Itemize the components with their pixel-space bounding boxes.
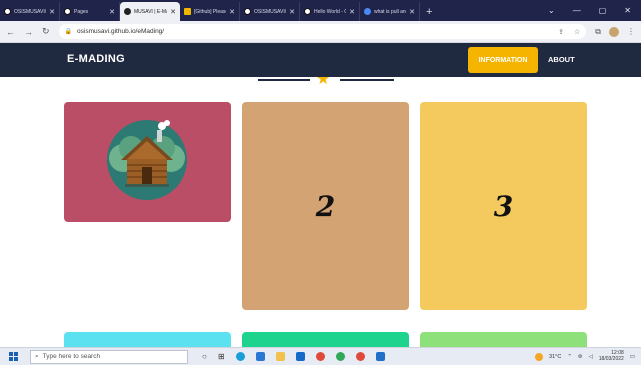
- close-icon[interactable]: ✕: [170, 8, 176, 16]
- github-icon: [304, 8, 311, 15]
- share-icon[interactable]: ⇪: [558, 28, 564, 36]
- star-icon: ★: [316, 77, 331, 88]
- mading-card-5[interactable]: [242, 332, 409, 347]
- google-icon: [364, 8, 371, 15]
- browser-tab-7[interactable]: what is pull and ✕: [360, 2, 420, 21]
- tab-title: OSISMUSAVI/eM: [14, 8, 47, 15]
- mading-card-2[interactable]: 2: [242, 102, 409, 310]
- system-clock[interactable]: 12:08 18/03/2022: [599, 350, 624, 362]
- close-window-icon[interactable]: ✕: [624, 6, 631, 15]
- main-content: ★ 2 3: [0, 77, 641, 347]
- mading-card-1[interactable]: [64, 102, 231, 222]
- chrome-profile-icon[interactable]: [335, 352, 345, 361]
- close-icon[interactable]: ✕: [109, 8, 115, 16]
- browser-tab-strip: OSISMUSAVI/eM ✕ Pages ✕ MUSAVI | E-Madi …: [0, 0, 641, 21]
- weather-icon: [535, 352, 544, 361]
- chevron-down-icon[interactable]: ⌄: [548, 6, 555, 15]
- url-field[interactable]: 🔒 osismusavi.github.io/eMading/ ⇪ ☆: [58, 24, 587, 39]
- log-cabin-icon: [107, 120, 187, 200]
- github-icon: [244, 8, 251, 15]
- bookmark-star-icon[interactable]: ☆: [574, 28, 580, 36]
- extensions-area: ⧉ ⋮: [595, 26, 635, 37]
- tab-title: Hello World - Gi: [314, 8, 347, 15]
- tab-title: Pages: [74, 8, 89, 15]
- mail-app-icon[interactable]: [295, 352, 305, 361]
- tab-title: OSISMUSAVI/sho: [254, 8, 286, 15]
- browser-tab-1[interactable]: OSISMUSAVI/eM ✕: [0, 2, 60, 21]
- tab-title: MUSAVI | E-Madi: [134, 8, 167, 15]
- windows-start-icon[interactable]: [9, 352, 18, 361]
- volume-icon[interactable]: ◁: [589, 354, 593, 360]
- mading-card-3[interactable]: 3: [420, 102, 587, 310]
- browser-tab-4[interactable]: [Github] Please ✕: [180, 2, 240, 21]
- menu-dots-icon[interactable]: ⋮: [627, 27, 635, 36]
- site-header: E-MADING INFORMATION ABOUT: [0, 43, 641, 77]
- github-icon: [124, 8, 131, 15]
- reload-icon[interactable]: ↻: [42, 26, 50, 37]
- close-icon[interactable]: ✕: [229, 8, 235, 16]
- system-tray: 31°C ⌃ ⊜ ◁ 12:08 18/03/2022 ▭: [535, 350, 641, 362]
- extension-icon[interactable]: ⧉: [595, 27, 601, 37]
- close-icon[interactable]: ✕: [409, 8, 415, 16]
- edge-icon[interactable]: [235, 352, 245, 361]
- weather-temp[interactable]: 31°C: [549, 354, 561, 360]
- tab-title: what is pull and: [374, 8, 407, 15]
- mail-icon: [184, 8, 191, 15]
- taskbar-search-input[interactable]: ⌕ Type here to search: [30, 349, 188, 364]
- information-button[interactable]: INFORMATION: [468, 47, 538, 73]
- forward-arrow-icon[interactable]: →: [24, 27, 33, 37]
- lock-icon: 🔒: [64, 29, 73, 35]
- browser-tab-3[interactable]: MUSAVI | E-Madi ✕: [120, 2, 180, 21]
- browser-tab-5[interactable]: OSISMUSAVI/sho ✕: [240, 2, 300, 21]
- new-tab-button[interactable]: +: [426, 2, 432, 21]
- back-arrow-icon[interactable]: ←: [6, 27, 15, 37]
- close-icon[interactable]: ✕: [289, 8, 295, 16]
- divider-right: [340, 79, 394, 81]
- about-link[interactable]: ABOUT: [548, 55, 575, 64]
- chrome-icon[interactable]: [315, 352, 325, 361]
- search-icon: ⌕: [35, 352, 39, 360]
- widgets-icon[interactable]: ⊞: [218, 352, 225, 361]
- vscode-icon[interactable]: [375, 352, 385, 361]
- github-icon: [64, 8, 71, 15]
- notifications-icon[interactable]: ▭: [630, 354, 635, 360]
- store-icon[interactable]: [255, 352, 265, 361]
- tab-title: [Github] Please: [194, 8, 227, 15]
- window-controls: ⌄ — ▢ ✕: [548, 0, 641, 21]
- profile-avatar[interactable]: [609, 26, 619, 37]
- chrome-active-icon[interactable]: [355, 352, 365, 361]
- github-icon: [4, 8, 11, 15]
- site-brand[interactable]: E-MADING: [67, 53, 125, 65]
- search-placeholder: Type here to search: [42, 353, 101, 360]
- browser-tab-2[interactable]: Pages ✕: [60, 2, 120, 21]
- url-text: osismusavi.github.io/eMading/: [77, 28, 165, 35]
- divider-left: [258, 79, 310, 81]
- close-icon[interactable]: ✕: [49, 8, 55, 16]
- task-view-icon[interactable]: ○: [202, 352, 207, 361]
- address-bar: ← → ↻ 🔒 osismusavi.github.io/eMading/ ⇪ …: [0, 21, 641, 43]
- card-number: 2: [315, 189, 336, 223]
- windows-taskbar: ⌕ Type here to search ○ ⊞ 31°C ⌃ ⊜ ◁ 12:…: [0, 347, 641, 365]
- maximize-icon[interactable]: ▢: [599, 6, 607, 15]
- browser-tab-6[interactable]: Hello World - Gi ✕: [300, 2, 360, 21]
- network-icon[interactable]: ⊜: [578, 354, 583, 360]
- mading-card-6[interactable]: [420, 332, 587, 347]
- chevron-up-icon[interactable]: ⌃: [567, 354, 572, 360]
- file-explorer-icon[interactable]: [275, 352, 285, 361]
- card-number: 3: [493, 189, 514, 223]
- minimize-icon[interactable]: —: [573, 6, 581, 15]
- close-icon[interactable]: ✕: [349, 8, 355, 16]
- mading-card-4[interactable]: [64, 332, 231, 347]
- taskbar-apps: ○ ⊞: [202, 352, 385, 361]
